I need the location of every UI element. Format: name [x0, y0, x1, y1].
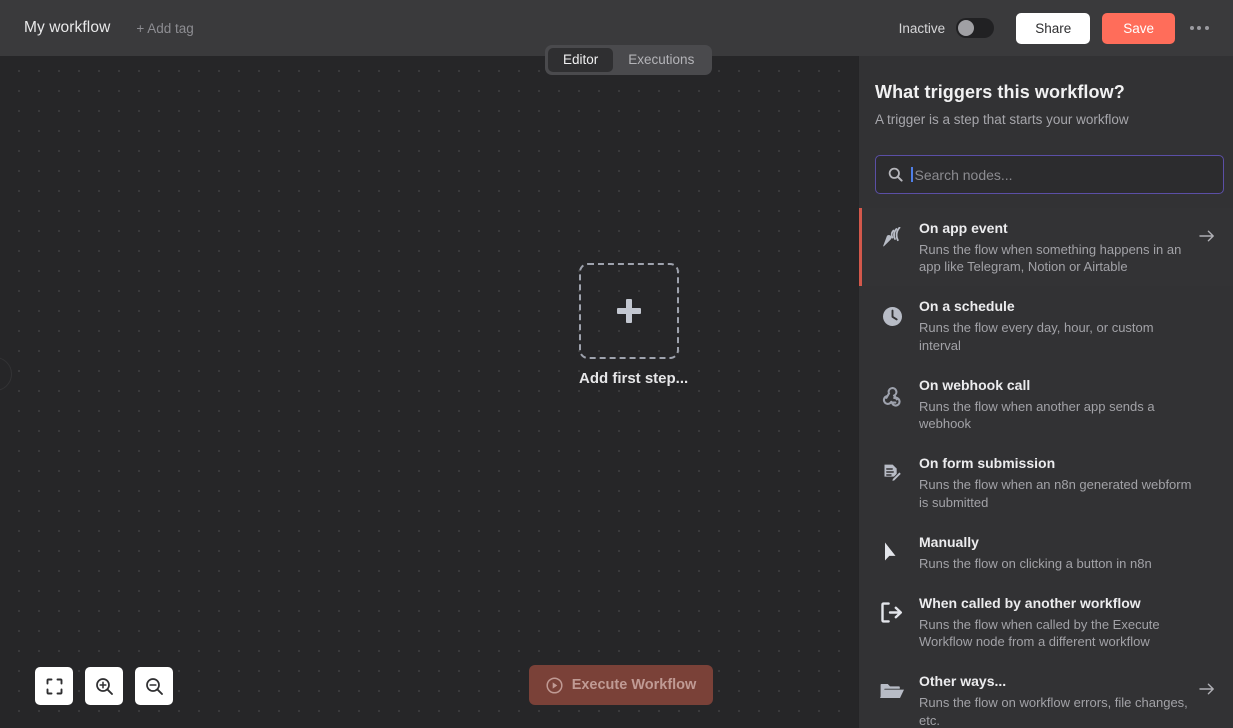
- dot: [1197, 26, 1201, 30]
- trigger-item-other-ways[interactable]: Other ways... Runs the flow on workflow …: [859, 661, 1233, 728]
- trigger-title: On webhook call: [919, 376, 1193, 395]
- trigger-text: On form submission Runs the flow when an…: [909, 454, 1199, 510]
- add-first-step-group: Add first step...: [579, 263, 679, 387]
- folder-open-icon: [875, 672, 909, 702]
- trigger-picker-panel: What triggers this workflow? A trigger i…: [858, 56, 1233, 728]
- trigger-options-list: On app event Runs the flow when somethin…: [859, 208, 1233, 728]
- activation-status-label: Inactive: [899, 21, 946, 36]
- trigger-item-when-called-by-another-workflow[interactable]: When called by another workflow Runs the…: [859, 583, 1233, 661]
- search-nodes-field[interactable]: Search nodes...: [875, 155, 1224, 194]
- trigger-description: Runs the flow when another app sends a w…: [919, 398, 1193, 433]
- zoom-in-icon: [95, 677, 114, 696]
- dot: [1190, 26, 1194, 30]
- trigger-title: Manually: [919, 533, 1193, 552]
- trigger-description: Runs the flow when an n8n generated webf…: [919, 476, 1193, 511]
- cursor-pointer-icon: [875, 533, 909, 565]
- editor-executions-tabs: Editor Executions: [545, 45, 712, 75]
- offscreen-node-circle: [0, 357, 12, 391]
- zoom-in-button[interactable]: [85, 667, 123, 705]
- more-options-icon[interactable]: [1181, 12, 1217, 44]
- webhook-icon: [875, 376, 909, 408]
- trigger-title: On form submission: [919, 454, 1193, 473]
- trigger-text: On app event Runs the flow when somethin…: [909, 219, 1199, 275]
- play-circle-icon: [546, 677, 563, 694]
- trigger-item-on-webhook-call[interactable]: On webhook call Runs the flow when anoth…: [859, 365, 1233, 443]
- fit-to-view-button[interactable]: [35, 667, 73, 705]
- search-placeholder: Search nodes...: [915, 167, 1013, 183]
- trigger-title: On app event: [919, 219, 1193, 238]
- canvas-zoom-controls: [35, 667, 173, 705]
- header-actions: Inactive Share Save: [899, 12, 1233, 44]
- trigger-text: On a schedule Runs the flow every day, h…: [909, 297, 1199, 353]
- trigger-text: Manually Runs the flow on clicking a but…: [909, 533, 1199, 572]
- trigger-description: Runs the flow every day, hour, or custom…: [919, 319, 1193, 354]
- workflow-title[interactable]: My workflow: [24, 19, 110, 37]
- fit-to-view-icon: [46, 678, 63, 695]
- execute-workflow-button[interactable]: Execute Workflow: [529, 665, 713, 705]
- trigger-item-on-app-event[interactable]: On app event Runs the flow when somethin…: [859, 208, 1233, 286]
- trigger-description: Runs the flow when called by the Execute…: [919, 616, 1193, 651]
- panel-header: What triggers this workflow? A trigger i…: [859, 56, 1233, 127]
- trigger-item-on-a-schedule[interactable]: On a schedule Runs the flow every day, h…: [859, 286, 1233, 364]
- trigger-title: Other ways...: [919, 672, 1193, 691]
- activation-toggle[interactable]: [956, 18, 994, 38]
- trigger-text: On webhook call Runs the flow when anoth…: [909, 376, 1199, 432]
- trigger-text: When called by another workflow Runs the…: [909, 594, 1199, 650]
- form-edit-icon: [875, 454, 909, 486]
- chevron-right-arrow-icon[interactable]: [1199, 672, 1219, 696]
- satellite-dish-icon: [875, 219, 909, 251]
- add-tag-button[interactable]: + Add tag: [136, 21, 193, 36]
- clock-icon: [875, 297, 909, 328]
- n8n-workflow-editor: My workflow + Add tag Inactive Share Sav…: [0, 0, 1233, 728]
- trigger-description: Runs the flow when something happens in …: [919, 241, 1193, 276]
- trigger-item-manually[interactable]: Manually Runs the flow on clicking a but…: [859, 522, 1233, 583]
- trigger-description: Runs the flow on clicking a button in n8…: [919, 555, 1193, 572]
- trigger-title: When called by another workflow: [919, 594, 1193, 613]
- share-button[interactable]: Share: [1016, 13, 1090, 44]
- chevron-right-arrow-icon[interactable]: [1199, 219, 1219, 243]
- add-first-step-button[interactable]: [579, 263, 679, 359]
- add-first-step-label: Add first step...: [579, 370, 679, 387]
- zoom-out-button[interactable]: [135, 667, 173, 705]
- trigger-title: On a schedule: [919, 297, 1193, 316]
- tab-executions[interactable]: Executions: [613, 48, 709, 72]
- save-button[interactable]: Save: [1102, 13, 1175, 44]
- trigger-item-on-form-submission[interactable]: On form submission Runs the flow when an…: [859, 443, 1233, 521]
- workflow-canvas[interactable]: Add first step...: [0, 56, 858, 728]
- sign-out-icon: [875, 594, 909, 624]
- trigger-description: Runs the flow on workflow errors, file c…: [919, 694, 1193, 728]
- plus-icon: [614, 296, 644, 326]
- panel-title: What triggers this workflow?: [875, 82, 1209, 103]
- execute-workflow-label: Execute Workflow: [572, 677, 697, 693]
- tab-editor[interactable]: Editor: [548, 48, 613, 72]
- text-caret: [911, 167, 913, 182]
- panel-subtitle: A trigger is a step that starts your wor…: [875, 112, 1209, 127]
- dot: [1205, 26, 1209, 30]
- trigger-text: Other ways... Runs the flow on workflow …: [909, 672, 1199, 728]
- zoom-out-icon: [145, 677, 164, 696]
- workflow-activation-group: Inactive: [899, 18, 995, 38]
- search-icon: [888, 167, 903, 182]
- toggle-knob: [958, 20, 974, 36]
